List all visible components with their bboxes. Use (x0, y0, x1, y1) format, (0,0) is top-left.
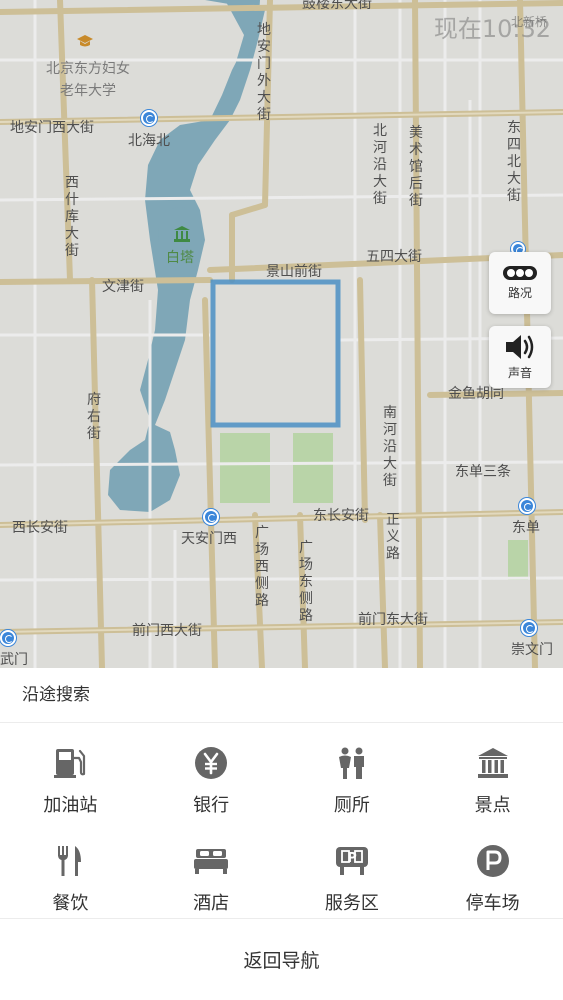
road-label-jingshan: 景山前街 (266, 264, 322, 280)
category-label: 酒店 (193, 893, 230, 914)
toilet-icon (338, 747, 364, 779)
road-label-wenjin: 文津街 (102, 279, 144, 295)
gas-station-icon (54, 749, 86, 778)
category-toilet[interactable]: 厕所 (282, 731, 423, 829)
scenic-spot-icon (477, 748, 508, 778)
metro-label-tiananmen-west: 天安门西 (181, 531, 237, 547)
road-label-guangchang-west: 广场西侧路 (255, 525, 269, 609)
traffic-label: 路况 (507, 285, 532, 300)
road-label-jinyu: 金鱼胡同 (448, 386, 504, 402)
traffic-button[interactable]: 路况 (489, 252, 551, 314)
sound-label: 声音 (507, 365, 532, 380)
speaker-icon (506, 334, 534, 359)
metro-label-beihaibei: 北海北 (128, 133, 170, 149)
poi-label-baita: 白塔 (166, 250, 194, 266)
category-parking[interactable]: 停车场 (422, 829, 563, 927)
sound-button[interactable]: 声音 (489, 326, 551, 388)
category-label: 景点 (474, 795, 511, 816)
parking-icon (476, 845, 509, 877)
metro-label-dongdan: 东单 (512, 520, 540, 536)
dining-icon (58, 846, 82, 876)
road-label-wusi: 五四大街 (366, 249, 422, 265)
road-label-meishuguan: 美术馆后街 (409, 125, 423, 209)
road-label-dongsi-north: 东四北大街 (507, 120, 521, 204)
road-label-zhengyi: 正义路 (386, 512, 400, 562)
category-label: 停车场 (465, 893, 520, 914)
category-scenic-spot[interactable]: 景点 (422, 731, 563, 829)
category-label: 银行 (193, 795, 230, 816)
metro-label-chongwenmen: 崇文门 (511, 642, 553, 658)
category-service-area[interactable]: P 服务区 (282, 829, 423, 927)
road-label-xichangan: 西长安街 (12, 520, 68, 536)
return-to-navigation-button[interactable]: 返回导航 (0, 918, 563, 1000)
road-label-qianmen-west: 前门西大街 (132, 623, 202, 639)
road-label-beiheyan: 北河沿大街 (373, 123, 387, 207)
service-area-icon: P (335, 847, 368, 875)
category-bank[interactable]: 银行 (141, 731, 282, 829)
metro-station-icon[interactable] (203, 509, 219, 525)
category-label: 加油站 (43, 795, 98, 816)
category-label: 服务区 (324, 893, 379, 914)
along-route-search-panel: 沿途搜索 加油站 银行 厕所 景点 餐饮 酒店 P 服务区 停车场 返回导航 (0, 668, 563, 1000)
hotel-bed-icon (194, 849, 229, 874)
category-dining[interactable]: 餐饮 (0, 829, 141, 927)
school-icon (77, 35, 93, 47)
road-label-fuyou: 府右街 (87, 392, 101, 442)
road-label-gulou: 鼓楼东大街 (302, 0, 372, 12)
category-grid: 加油站 银行 厕所 景点 餐饮 酒店 P 服务区 停车场 (0, 723, 563, 927)
panel-title: 沿途搜索 (0, 668, 563, 723)
road-label-qianmen-east: 前门东大街 (358, 612, 428, 628)
road-label-dongdan-3: 东单三条 (455, 464, 511, 480)
metro-station-icon[interactable] (519, 498, 535, 514)
category-hotel[interactable]: 酒店 (141, 829, 282, 927)
category-gas-station[interactable]: 加油站 (0, 731, 141, 829)
category-label: 餐饮 (52, 893, 89, 914)
poi-label-women-university: 北京东方妇女老年大学 (46, 61, 130, 99)
road-label-xishiku: 西什库大街 (65, 175, 79, 259)
category-label: 厕所 (333, 795, 370, 816)
bank-yen-icon (195, 747, 228, 779)
metro-label-wumen: 武门 (0, 652, 28, 668)
metro-label-beixinqiao: 北新桥 (510, 15, 547, 29)
road-label-dongchangan: 东长安街 (313, 508, 369, 524)
road-label-nanheyan: 南河沿大街 (383, 405, 397, 489)
metro-station-icon[interactable] (521, 620, 537, 636)
traffic-light-icon (503, 265, 537, 280)
metro-station-icon[interactable] (0, 630, 16, 646)
road-label-guangchang-east: 广场东侧路 (299, 540, 313, 624)
road-label-dianmen-outer: 地安门外大街 (257, 22, 271, 123)
metro-station-icon[interactable] (141, 110, 157, 126)
map-view[interactable]: 鼓楼东大街 北京东方妇女老年大学 地安门外大街 地安门西大街 北海北 西什库大街… (0, 0, 563, 668)
road-label-dianmen-west: 地安门西大街 (10, 120, 94, 136)
scenic-spot-map-icon (174, 226, 190, 242)
